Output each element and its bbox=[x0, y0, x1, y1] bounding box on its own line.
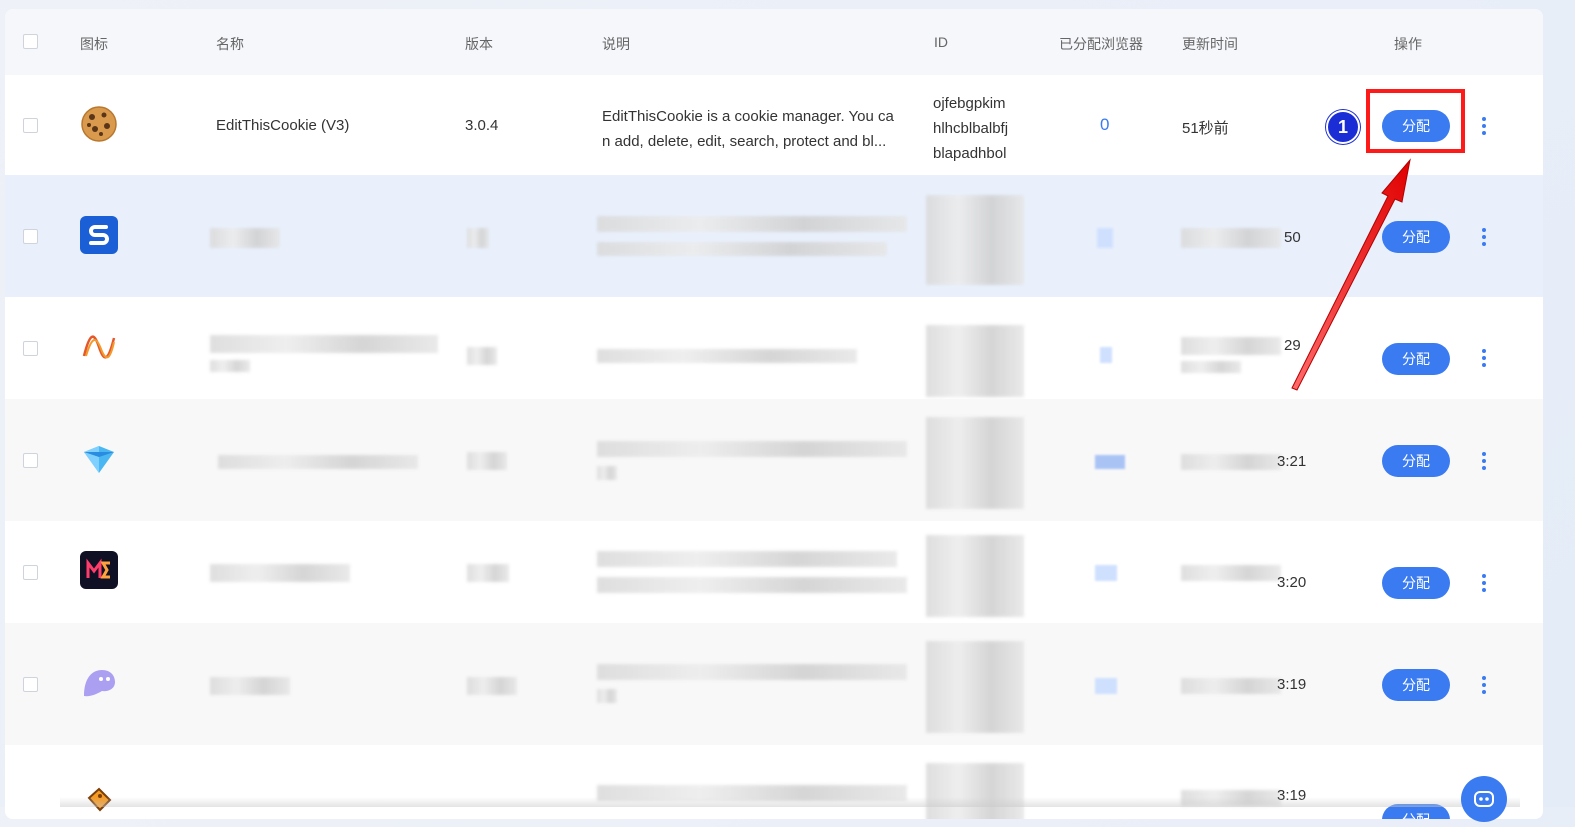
annotation-arrow bbox=[1291, 158, 1411, 391]
